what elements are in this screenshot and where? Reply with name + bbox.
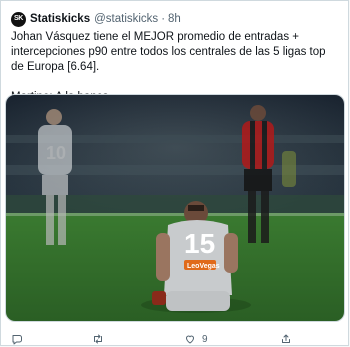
tweet-timestamp[interactable]: 8h <box>168 12 181 26</box>
svg-text:15: 15 <box>184 228 215 259</box>
heart-icon <box>186 335 194 344</box>
author-handle[interactable]: @statiskicks <box>94 12 158 26</box>
share-button[interactable] <box>280 331 292 347</box>
retweet-button[interactable] <box>92 331 104 347</box>
share-icon <box>282 334 290 343</box>
tweet-card[interactable]: SK Statiskicks @statiskicks · 8h Johan V… <box>0 0 349 346</box>
avatar[interactable]: SK <box>11 11 26 27</box>
tweet-actions: 9 <box>1 331 350 347</box>
stadium-photo: 10 15 LeoVegas <box>6 95 344 321</box>
retweet-icon <box>94 334 102 344</box>
svg-text:LeoVegas: LeoVegas <box>187 263 220 270</box>
like-button[interactable]: 9 <box>184 331 208 347</box>
tweet-text-paragraph-1: Johan Vásquez tiene el MEJOR promedio de… <box>11 31 326 73</box>
separator-dot: · <box>161 13 166 25</box>
reply-button[interactable] <box>11 331 23 347</box>
svg-text:10: 10 <box>46 143 66 163</box>
reply-icon <box>12 335 22 345</box>
tweet-header: SK Statiskicks @statiskicks · 8h <box>11 11 181 27</box>
tweet-photo[interactable]: 10 15 LeoVegas <box>5 94 345 322</box>
like-count: 9 <box>202 333 208 345</box>
author-name[interactable]: Statiskicks <box>30 12 90 26</box>
